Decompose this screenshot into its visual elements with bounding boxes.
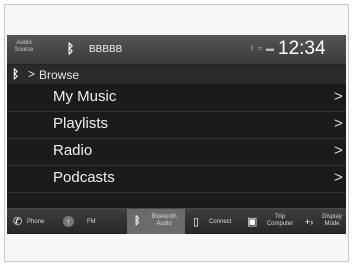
device-name: BBBBB (89, 44, 123, 55)
nav-trip-line1: Trip (274, 214, 286, 220)
figure-frame: Audio Source ᛒ BBBBB I ≈ ▬ 12:34 ᛒ > Bro… (4, 4, 349, 262)
list-item-label: Podcasts (53, 169, 115, 186)
list-item-radio[interactable]: Radio > (7, 139, 346, 166)
nav-display-line2: Mode (324, 221, 340, 227)
nav-trip-line2: Computer (266, 221, 294, 227)
list-item-playlists[interactable]: Playlists > (7, 112, 346, 139)
nav-display-mode[interactable]: +› Display Mode (303, 209, 346, 234)
chevron-right-icon: > (334, 115, 343, 132)
list-item-label: Radio (53, 142, 93, 159)
nav-display-line1: Display (322, 214, 342, 220)
nav-fm[interactable]: ↑ FM (57, 209, 117, 234)
nav-trip-computer-label: Trip Computer (261, 214, 299, 228)
radio-icon: ↑ (63, 216, 74, 227)
nav-bluetooth-audio-line2: Audio (156, 221, 172, 227)
status-icons: I ≈ ▬ (251, 44, 276, 53)
list-item-label: Playlists (53, 115, 109, 132)
bottom-nav: ✆ Phone ↑ FM ᛒ Bluetooth Audio ▯ Connect… (7, 208, 346, 234)
bluetooth-icon: ᛒ (134, 215, 141, 227)
phone-icon: ✆ (13, 216, 23, 228)
audio-source-button[interactable]: Audio Source (11, 40, 37, 60)
display-mode-icon: +› (305, 217, 314, 227)
infotainment-screen: Audio Source ᛒ BBBBB I ≈ ▬ 12:34 ᛒ > Bro… (7, 35, 346, 234)
breadcrumb-separator: > (28, 67, 36, 81)
audio-source-label: Audio Source (14, 40, 34, 53)
nav-fm-label: FM (87, 219, 96, 225)
nav-phone[interactable]: ✆ Phone (7, 209, 53, 234)
browse-list: My Music > Playlists > Radio > Podcasts … (7, 85, 346, 193)
list-item-label: My Music (53, 88, 117, 105)
chevron-right-icon: > (334, 142, 343, 159)
chevron-right-icon: > (334, 88, 343, 105)
list-item-my-music[interactable]: My Music > (7, 85, 346, 112)
trip-computer-icon: ▣ (247, 216, 258, 228)
list-item-podcasts[interactable]: Podcasts > (7, 166, 346, 193)
nav-display-mode-label: Display Mode (319, 214, 345, 228)
nav-bluetooth-audio[interactable]: ᛒ Bluetooth Audio (127, 209, 185, 234)
bluetooth-icon: ᛒ (12, 67, 20, 81)
chevron-right-icon: > (334, 169, 343, 186)
connect-icon: ▯ (193, 216, 200, 228)
breadcrumb-label[interactable]: Browse (39, 68, 79, 82)
nav-bluetooth-audio-line1: Bluetooth (151, 214, 177, 220)
nav-connect-label: Connect (209, 219, 232, 225)
status-bar: Audio Source ᛒ BBBBB I ≈ ▬ 12:34 (7, 35, 346, 65)
nav-trip-computer[interactable]: ▣ Trip Computer (247, 209, 299, 234)
nav-bluetooth-audio-label: Bluetooth Audio (147, 214, 181, 228)
bluetooth-icon: ᛒ (66, 41, 75, 56)
clock: 12:34 (278, 38, 326, 59)
breadcrumb: ᛒ > Browse (7, 65, 346, 84)
nav-connect[interactable]: ▯ Connect (191, 209, 241, 234)
nav-phone-label: Phone (27, 219, 45, 225)
